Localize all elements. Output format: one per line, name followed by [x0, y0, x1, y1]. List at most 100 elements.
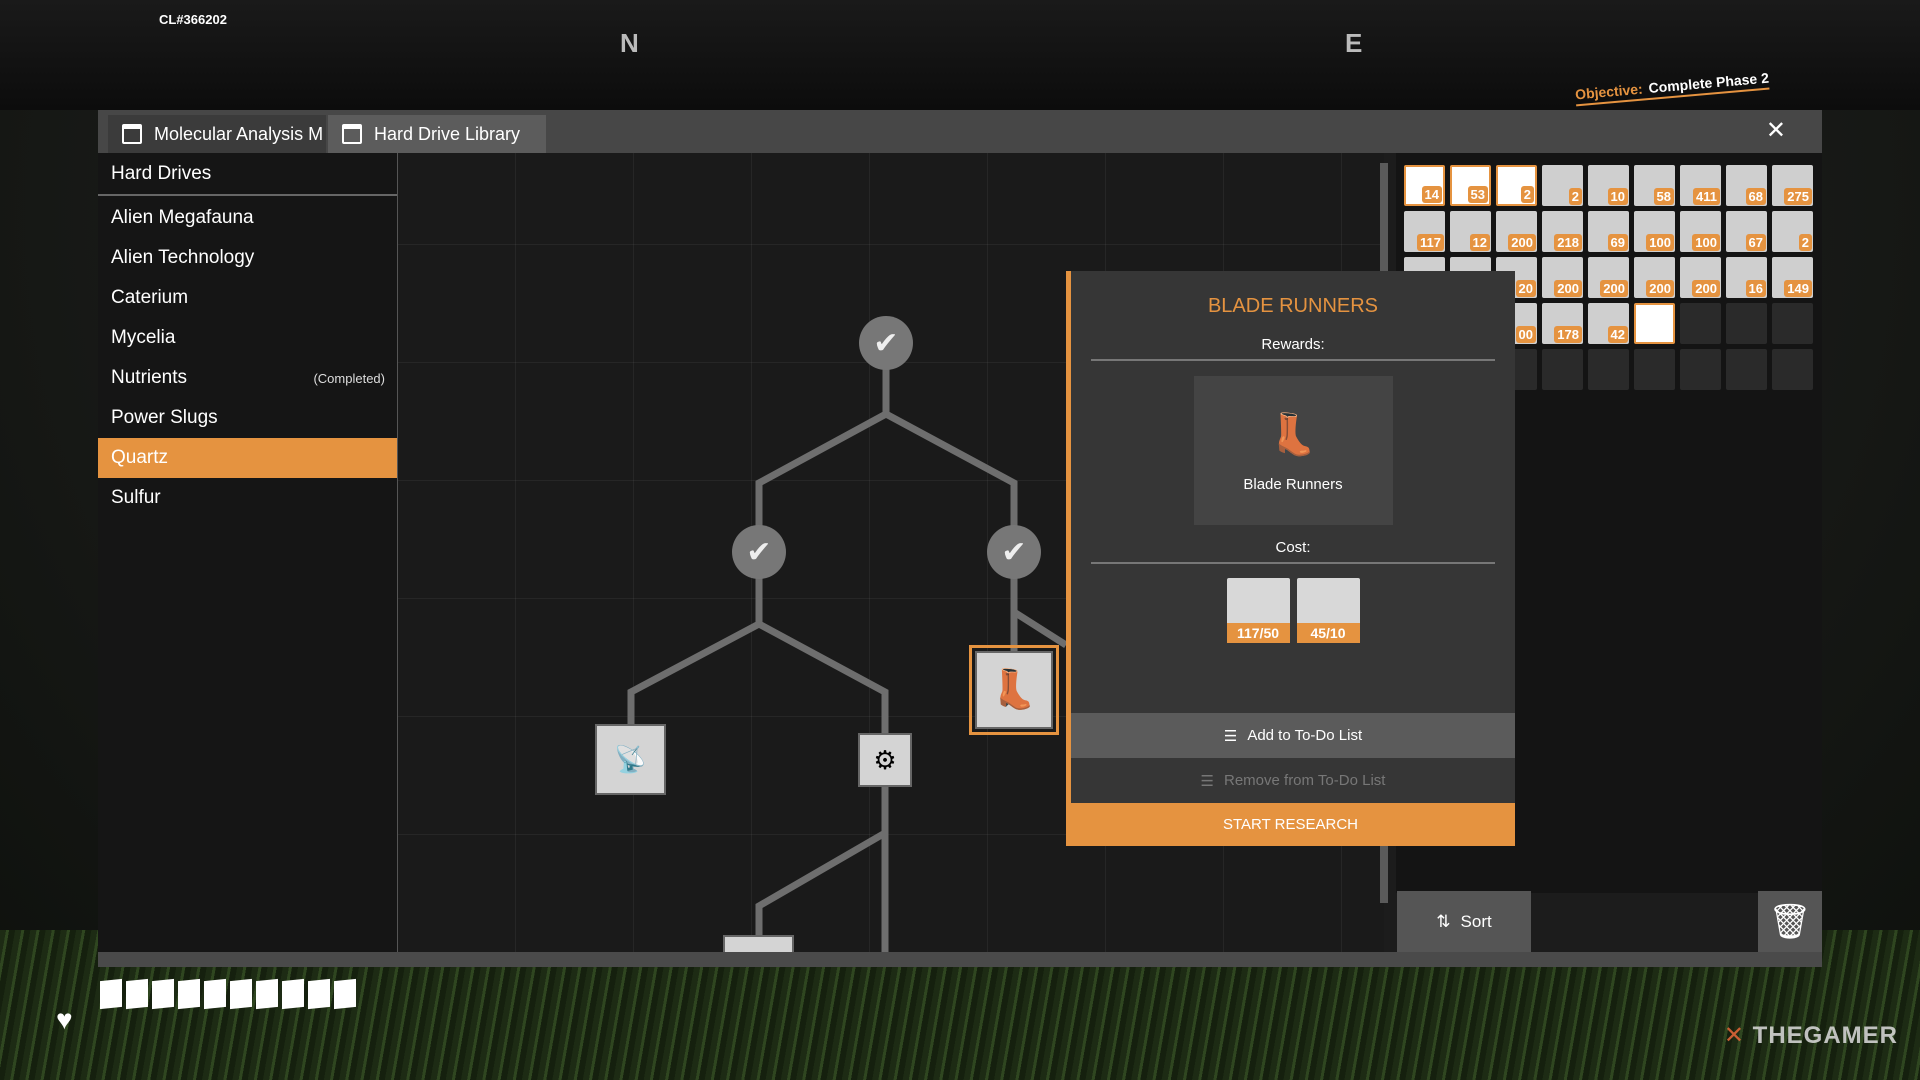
- inventory-slot[interactable]: 16: [1726, 257, 1767, 298]
- sidebar-item-alien-technology[interactable]: Alien Technology: [98, 238, 397, 278]
- reward-item[interactable]: 👢 Blade Runners: [1193, 376, 1393, 525]
- inventory-slot-empty[interactable]: [1542, 349, 1583, 390]
- inventory-slot[interactable]: 58: [1634, 165, 1675, 206]
- reward-name: Blade Runners: [1243, 476, 1343, 493]
- inventory-slot-empty[interactable]: [1634, 349, 1675, 390]
- inventory-slot[interactable]: 100: [1634, 211, 1675, 252]
- item-count: 20: [1515, 280, 1536, 297]
- health-segment: [334, 978, 356, 1010]
- sidebar-item-caterium[interactable]: Caterium: [98, 278, 397, 318]
- tab-molecular-analysis[interactable]: Molecular Analysis M: [108, 115, 326, 153]
- inventory-slot[interactable]: 117: [1404, 211, 1445, 252]
- sidebar-item-quartz[interactable]: Quartz: [98, 438, 397, 478]
- research-detail-panel: BLADE RUNNERS Rewards: 👢 Blade Runners Co…: [1066, 271, 1515, 846]
- inventory-slot[interactable]: 200: [1588, 257, 1629, 298]
- sort-icon: ⇅: [1436, 912, 1451, 931]
- cost-item-silica[interactable]: 117/50: [1226, 578, 1290, 643]
- inventory-slot[interactable]: 14: [1404, 165, 1445, 206]
- tab-hard-drive-library[interactable]: Hard Drive Library: [328, 115, 546, 153]
- item-count: 2: [1798, 234, 1812, 251]
- inventory-slot-empty[interactable]: [1772, 303, 1813, 344]
- cost-count: 45/10: [1296, 623, 1360, 643]
- inventory-slot[interactable]: 53: [1450, 165, 1491, 206]
- inventory-slot[interactable]: 411: [1680, 165, 1721, 206]
- inventory-slot[interactable]: 68: [1726, 165, 1767, 206]
- item-count: 200: [1600, 280, 1628, 297]
- remove-from-todo-button[interactable]: ☰ Remove from To-Do List: [1071, 758, 1515, 803]
- inventory-slot[interactable]: 149: [1772, 257, 1813, 298]
- divider: [1091, 562, 1495, 564]
- inventory-slot-empty[interactable]: [1726, 303, 1767, 344]
- completed-check-icon[interactable]: ✔: [732, 525, 786, 579]
- inventory-slot-empty[interactable]: [1680, 303, 1721, 344]
- inventory-slot[interactable]: 69: [1588, 211, 1629, 252]
- item-count: 149: [1784, 280, 1812, 297]
- sidebar-item-nutrients[interactable]: Nutrients (Completed): [98, 358, 397, 398]
- inventory-slot[interactable]: 218: [1542, 211, 1583, 252]
- inventory-slot[interactable]: 67: [1726, 211, 1767, 252]
- tree-node-blade-runners[interactable]: 👢: [969, 645, 1059, 735]
- inventory-slot[interactable]: 178: [1542, 303, 1583, 344]
- tree-node-crystal-oscillator[interactable]: ⚙: [858, 733, 912, 787]
- inventory-slot[interactable]: 2: [1496, 165, 1537, 206]
- tree-node-quartz-item[interactable]: 🔋: [723, 935, 794, 952]
- item-count: 16: [1745, 280, 1766, 297]
- inventory-slot[interactable]: 200: [1634, 257, 1675, 298]
- sidebar-item-status: (Completed): [313, 370, 385, 386]
- objective-label: Objective:: [1574, 80, 1644, 103]
- inventory-slot-empty[interactable]: [1726, 349, 1767, 390]
- item-count: 178: [1554, 326, 1582, 343]
- inventory-slot[interactable]: 100: [1680, 211, 1721, 252]
- sidebar-item-power-slugs[interactable]: Power Slugs: [98, 398, 397, 438]
- inventory-slot[interactable]: 200: [1496, 211, 1537, 252]
- inventory-slot-empty[interactable]: [1772, 349, 1813, 390]
- item-count: 00: [1515, 326, 1536, 343]
- health-segment: [178, 978, 200, 1010]
- trash-icon[interactable]: 🗑: [1758, 891, 1822, 953]
- inventory-slot[interactable]: 2: [1542, 165, 1583, 206]
- sidebar-item-label: Power Slugs: [111, 407, 218, 428]
- window-icon: [342, 124, 362, 144]
- compass-n: N: [620, 28, 639, 58]
- sidebar: Hard Drives Alien Megafauna Alien Technol…: [98, 153, 398, 952]
- health-segment: [100, 978, 122, 1010]
- item-count: 12: [1469, 234, 1490, 251]
- health-segment: [152, 978, 174, 1010]
- start-research-button[interactable]: START RESEARCH: [1066, 803, 1515, 846]
- inventory-slot[interactable]: 2: [1772, 211, 1813, 252]
- sidebar-item-label: Mycelia: [111, 327, 176, 348]
- sidebar-item-mycelia[interactable]: Mycelia: [98, 318, 397, 358]
- health-segment: [308, 978, 330, 1010]
- close-icon[interactable]: ✕: [1766, 116, 1786, 145]
- inventory-slot[interactable]: 10: [1588, 165, 1629, 206]
- completed-check-icon[interactable]: ✔: [859, 316, 913, 370]
- inventory-slot-empty[interactable]: [1680, 349, 1721, 390]
- cost-label: Cost:: [1275, 539, 1311, 556]
- inventory-slot[interactable]: 275: [1772, 165, 1813, 206]
- inventory-slot[interactable]: 12: [1450, 211, 1491, 252]
- sidebar-item-alien-megafauna[interactable]: Alien Megafauna: [98, 198, 397, 238]
- sidebar-item-label: Nutrients: [111, 367, 188, 388]
- add-to-todo-button[interactable]: ☰ Add to To-Do List: [1071, 713, 1515, 758]
- sort-label: Sort: [1460, 912, 1492, 931]
- tree-node-radar-tower[interactable]: 📡: [595, 724, 666, 795]
- sidebar-item-sulfur[interactable]: Sulfur: [98, 478, 397, 518]
- divider: [1091, 359, 1495, 361]
- completed-check-icon[interactable]: ✔: [987, 525, 1041, 579]
- inventory-slot[interactable]: 200: [1542, 257, 1583, 298]
- sort-button[interactable]: ⇅ Sort: [1397, 891, 1531, 953]
- list-add-icon: ☰: [1223, 727, 1238, 745]
- inventory-slot[interactable]: 200: [1680, 257, 1721, 298]
- inventory-slot[interactable]: [1634, 303, 1675, 344]
- window-bottom-bar: [98, 952, 1822, 967]
- rewards-label: Rewards:: [1261, 336, 1325, 353]
- item-count: 10: [1607, 188, 1628, 205]
- inventory-slot-empty[interactable]: [1588, 349, 1629, 390]
- item-count: 200: [1692, 280, 1720, 297]
- tab-bar: Molecular Analysis M Hard Drive Library …: [98, 110, 1822, 153]
- build-label: CL#366202: [159, 12, 227, 27]
- inventory-slot[interactable]: 42: [1588, 303, 1629, 344]
- health-bar: [100, 978, 356, 1010]
- cost-item-modular-frame[interactable]: 45/10: [1296, 578, 1360, 643]
- item-count: 68: [1745, 188, 1766, 205]
